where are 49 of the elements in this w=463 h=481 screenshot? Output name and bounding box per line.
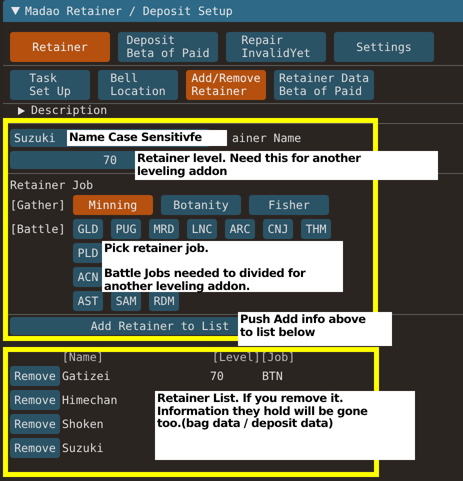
job-button[interactable]: PLD <box>73 243 103 263</box>
tab[interactable]: Bell Location <box>98 70 178 100</box>
remove-button[interactable]: Remove <box>10 390 60 410</box>
job-button[interactable]: AST <box>73 291 103 311</box>
job-button[interactable]: RDM <box>149 291 179 311</box>
row-label: [Battle] <box>10 223 66 236</box>
annotation-tooltip: Pick retainer job. Battle Jobs needed to divided for another leveling addon. <box>102 241 343 292</box>
remove-button[interactable]: Remove <box>10 414 60 434</box>
row-label: [Gather] <box>10 198 66 212</box>
level-cell-text: 70 <box>210 370 225 382</box>
name-cell: Suzuki <box>62 440 104 454</box>
tab[interactable]: Settings <box>334 32 434 62</box>
name-cell: Shoken <box>62 416 104 430</box>
column-header: [Name] <box>62 350 105 364</box>
column-header: [Job] <box>260 350 296 364</box>
section-label: Retainer Job <box>10 179 94 192</box>
remove-button[interactable]: Remove <box>10 438 60 458</box>
window-title: Madao Retainer / Deposit Setup <box>25 4 233 18</box>
job-button[interactable]: LNC <box>187 219 217 239</box>
annotation-tooltip: Push Add info above to list below <box>238 312 392 346</box>
job-button[interactable]: PUG <box>111 219 141 239</box>
job-button[interactable]: THM <box>301 219 331 239</box>
job-button[interactable]: SAM <box>111 291 141 311</box>
job-button[interactable]: ACN <box>73 267 103 287</box>
job-button[interactable]: GLD <box>73 219 103 239</box>
tab[interactable]: Retainer <box>10 32 110 62</box>
tab[interactable]: Deposit Beta of Paid <box>118 32 218 62</box>
expand-arrow-icon[interactable] <box>18 106 25 114</box>
name-cell: Himechan <box>62 392 118 406</box>
collapse-arrow-icon[interactable] <box>11 7 20 15</box>
name-cell: Gatizei <box>62 368 110 382</box>
tab[interactable]: Repair InvalidYet <box>226 32 326 62</box>
annotation-tooltip: Retainer List. If you remove it. Information they hold will be gone too.(bag data / deposit data) <box>155 391 415 460</box>
job-cell: BTN <box>262 370 283 382</box>
job-button[interactable]: ARC <box>225 219 255 239</box>
tab[interactable]: Task Set Up <box>10 70 90 100</box>
job-button[interactable]: Botanity <box>161 195 241 215</box>
field-label: ainer Name <box>232 132 302 144</box>
job-button[interactable]: MRD <box>149 219 179 239</box>
job-button[interactable]: CNJ <box>263 219 293 239</box>
remove-button[interactable]: Remove <box>10 366 60 386</box>
tab[interactable]: Add/Remove Retainer <box>186 70 266 100</box>
job-button[interactable]: Fisher <box>249 195 329 215</box>
annotation-tooltip: Name Case Sensitivfe <box>67 130 227 146</box>
tree-node-label[interactable]: Description <box>31 104 108 117</box>
annotation-tooltip: Retainer level. Need this for another leveling addon <box>135 151 438 180</box>
column-header: [Level] <box>212 350 260 364</box>
job-button[interactable]: Minning <box>73 195 153 215</box>
tab[interactable]: Retainer Data Beta of Paid <box>274 70 374 100</box>
